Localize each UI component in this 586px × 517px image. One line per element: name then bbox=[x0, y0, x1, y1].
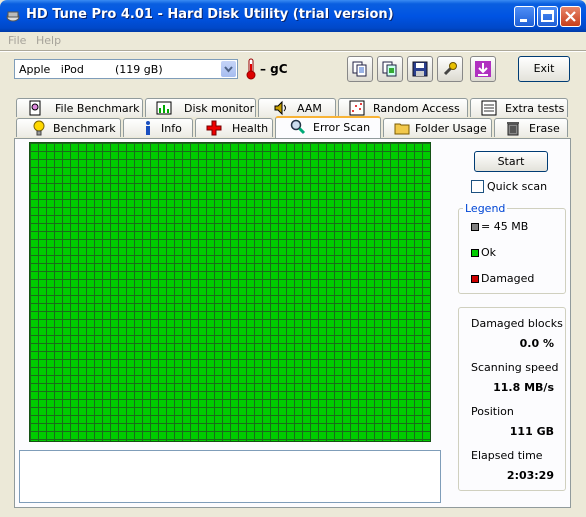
menu-help[interactable]: Help bbox=[36, 34, 61, 47]
position-label: Position bbox=[471, 405, 514, 418]
exit-button[interactable]: Exit bbox=[518, 56, 570, 82]
maximize-icon bbox=[541, 10, 554, 22]
close-button[interactable] bbox=[560, 6, 581, 27]
legend-ok-label: Ok bbox=[481, 246, 497, 259]
drive-size: (119 gB) bbox=[115, 63, 163, 76]
tab-label: Disk monitor bbox=[184, 102, 255, 115]
tab-label: Extra tests bbox=[505, 102, 565, 115]
dropdown-arrow-icon[interactable] bbox=[221, 61, 236, 77]
copy-icon bbox=[352, 61, 367, 77]
wrench-icon bbox=[443, 62, 457, 76]
menu-file[interactable]: File bbox=[8, 34, 26, 47]
tab-label: AAM bbox=[297, 102, 322, 115]
legend-block-swatch bbox=[471, 223, 479, 231]
tab-error-scan[interactable]: Error Scan bbox=[275, 116, 381, 138]
tab-label: Folder Usage bbox=[415, 122, 487, 135]
close-icon bbox=[565, 11, 576, 22]
tab-label: Random Access bbox=[373, 102, 460, 115]
thermometer-icon bbox=[246, 58, 256, 80]
copy-screen-icon bbox=[382, 61, 397, 77]
position-value: 111 GB bbox=[509, 425, 554, 438]
tab-random-access[interactable]: Random Access bbox=[338, 98, 468, 117]
elapsed-time-value: 2:03:29 bbox=[506, 469, 554, 482]
quick-scan-checkbox[interactable] bbox=[471, 180, 484, 193]
tab-erase[interactable]: Erase bbox=[494, 118, 568, 137]
folder-icon bbox=[394, 123, 410, 135]
legend-block-size: = 45 MB bbox=[481, 220, 529, 233]
window-title: HD Tune Pro 4.01 - Hard Disk Utility (tr… bbox=[26, 7, 394, 22]
tab-benchmark[interactable]: Benchmark bbox=[16, 118, 121, 137]
damaged-blocks-label: Damaged blocks bbox=[471, 317, 563, 330]
save-button[interactable] bbox=[407, 56, 433, 82]
disk-monitor-icon bbox=[156, 101, 172, 115]
options-button[interactable] bbox=[437, 56, 463, 82]
legend-ok-swatch bbox=[471, 249, 479, 257]
extra-tests-icon bbox=[481, 100, 497, 116]
scan-log[interactable] bbox=[19, 450, 441, 503]
tab-aam[interactable]: AAM bbox=[258, 98, 336, 117]
scan-block-map bbox=[29, 142, 431, 442]
tab-info[interactable]: Info bbox=[123, 118, 193, 137]
scanning-speed-label: Scanning speed bbox=[471, 361, 559, 374]
tab-extra-tests[interactable]: Extra tests bbox=[470, 98, 568, 117]
tab-label: Info bbox=[161, 122, 182, 135]
tab-label: Error Scan bbox=[313, 121, 371, 134]
drive-select[interactable]: Apple iPod (119 gB) bbox=[14, 59, 238, 79]
temperature-value: – gC bbox=[260, 62, 288, 76]
minimize-icon bbox=[520, 19, 527, 22]
menu-bar: File Help bbox=[0, 32, 586, 50]
scanning-speed-value: 11.8 MB/s bbox=[493, 381, 554, 394]
start-button[interactable]: Start bbox=[474, 151, 548, 172]
title-bar: HD Tune Pro 4.01 - Hard Disk Utility (tr… bbox=[0, 0, 586, 32]
app-icon bbox=[6, 11, 20, 22]
info-icon bbox=[146, 121, 150, 135]
tab-label: Erase bbox=[529, 122, 560, 135]
menu-divider bbox=[0, 50, 586, 52]
tab-disk-monitor[interactable]: Disk monitor bbox=[145, 98, 256, 117]
drive-name: Apple iPod bbox=[19, 63, 84, 76]
legend-damaged-swatch bbox=[471, 275, 479, 283]
trash-icon bbox=[507, 122, 519, 136]
copy-screenshot-button[interactable] bbox=[377, 56, 403, 82]
tab-folder-usage[interactable]: Folder Usage bbox=[383, 118, 492, 137]
health-cross-icon bbox=[206, 120, 222, 136]
legend-title: Legend bbox=[463, 202, 508, 215]
tab-label: Health bbox=[232, 122, 269, 135]
download-button[interactable] bbox=[470, 56, 496, 82]
damaged-blocks-value: 0.0 % bbox=[519, 337, 554, 350]
file-benchmark-icon bbox=[29, 100, 41, 116]
elapsed-time-label: Elapsed time bbox=[471, 449, 543, 462]
tab-file-benchmark[interactable]: File Benchmark bbox=[16, 98, 143, 117]
lightbulb-icon bbox=[33, 120, 45, 136]
tab-label: Benchmark bbox=[53, 122, 116, 135]
magnifier-icon bbox=[290, 119, 306, 135]
legend-damaged-label: Damaged bbox=[481, 272, 535, 285]
random-access-icon bbox=[349, 100, 365, 116]
minimize-button[interactable] bbox=[514, 6, 535, 27]
floppy-disk-icon bbox=[412, 61, 428, 77]
tab-health[interactable]: Health bbox=[195, 118, 273, 137]
stats-group bbox=[458, 307, 566, 491]
maximize-button[interactable] bbox=[537, 6, 558, 27]
quick-scan-label[interactable]: Quick scan bbox=[487, 180, 547, 193]
copy-info-button[interactable] bbox=[347, 56, 373, 82]
speaker-icon bbox=[274, 100, 286, 116]
download-arrow-icon bbox=[475, 61, 491, 77]
tab-label: File Benchmark bbox=[55, 102, 140, 115]
